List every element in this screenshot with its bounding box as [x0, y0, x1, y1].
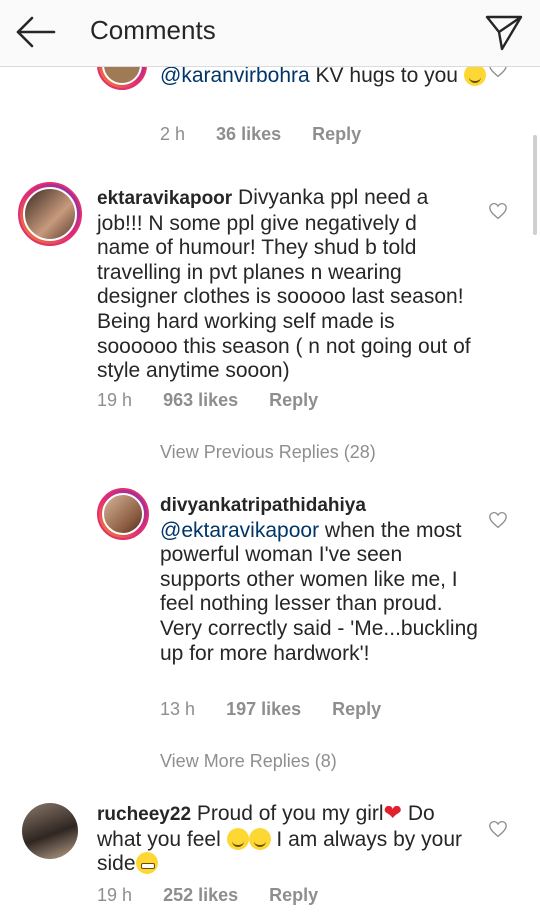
timestamp: 19 h: [97, 390, 133, 410]
likes-count[interactable]: 197 likes: [226, 699, 301, 719]
reply-button[interactable]: Reply: [269, 390, 318, 410]
avatar[interactable]: [22, 803, 78, 859]
mention-link[interactable]: @karanvirbohra: [160, 64, 310, 87]
avatar[interactable]: [97, 488, 149, 540]
paper-plane-icon[interactable]: [484, 12, 524, 52]
username-link[interactable]: ektaravikapoor: [97, 188, 232, 209]
comment-text: divyankatripathidahiya @ektaravikapoor w…: [160, 495, 478, 665]
username-link[interactable]: rucheey22: [97, 804, 191, 825]
comment-text: ektaravikapoor Divyanka ppl need a job!!…: [97, 186, 471, 383]
avatar[interactable]: [18, 182, 82, 246]
username-link[interactable]: divyankatripathidahiya: [160, 495, 366, 516]
likes-count[interactable]: 963 likes: [163, 390, 238, 410]
comment-meta: 19 h 252 likes Reply: [97, 885, 344, 906]
timestamp: 19 h: [97, 885, 133, 905]
reply-button[interactable]: Reply: [332, 699, 381, 719]
view-more-replies[interactable]: View More Replies (8): [160, 751, 337, 772]
hugging-face-emoji: [463, 64, 486, 86]
mention-link[interactable]: @ektaravikapoor: [160, 519, 319, 542]
reply-button[interactable]: Reply: [312, 124, 361, 144]
like-heart-icon[interactable]: [488, 820, 508, 838]
likes-count[interactable]: 252 likes: [163, 885, 238, 905]
page-title: Comments: [90, 15, 216, 45]
red-heart-emoji: ❤: [383, 800, 403, 825]
grinning-face-emoji: [135, 852, 158, 875]
reply-button[interactable]: Reply: [269, 885, 318, 905]
comment-text: @karanvirbohra KV hugs to you: [160, 64, 490, 89]
view-previous-replies[interactable]: View Previous Replies (28): [160, 442, 376, 463]
hugging-face-emoji: [226, 827, 249, 850]
timestamp: 2 h: [160, 124, 186, 144]
scrollbar[interactable]: [533, 135, 537, 235]
arrow-left-icon[interactable]: [14, 14, 58, 50]
comment-meta: 2 h 36 likes Reply: [160, 124, 387, 145]
comments-list[interactable]: @karanvirbohra KV hugs to you 2 h 36 lik…: [0, 0, 540, 914]
header-bar: Comments: [0, 0, 540, 67]
comment-meta: 19 h 963 likes Reply: [97, 390, 344, 411]
comment-text: rucheey22 Proud of you my girl❤ Do what …: [97, 800, 462, 876]
likes-count[interactable]: 36 likes: [216, 124, 281, 144]
timestamp: 13 h: [160, 699, 196, 719]
kissing-face-emoji: [248, 827, 271, 850]
like-heart-icon[interactable]: [488, 202, 508, 220]
comment-meta: 13 h 197 likes Reply: [160, 699, 407, 720]
like-heart-icon[interactable]: [488, 511, 508, 529]
